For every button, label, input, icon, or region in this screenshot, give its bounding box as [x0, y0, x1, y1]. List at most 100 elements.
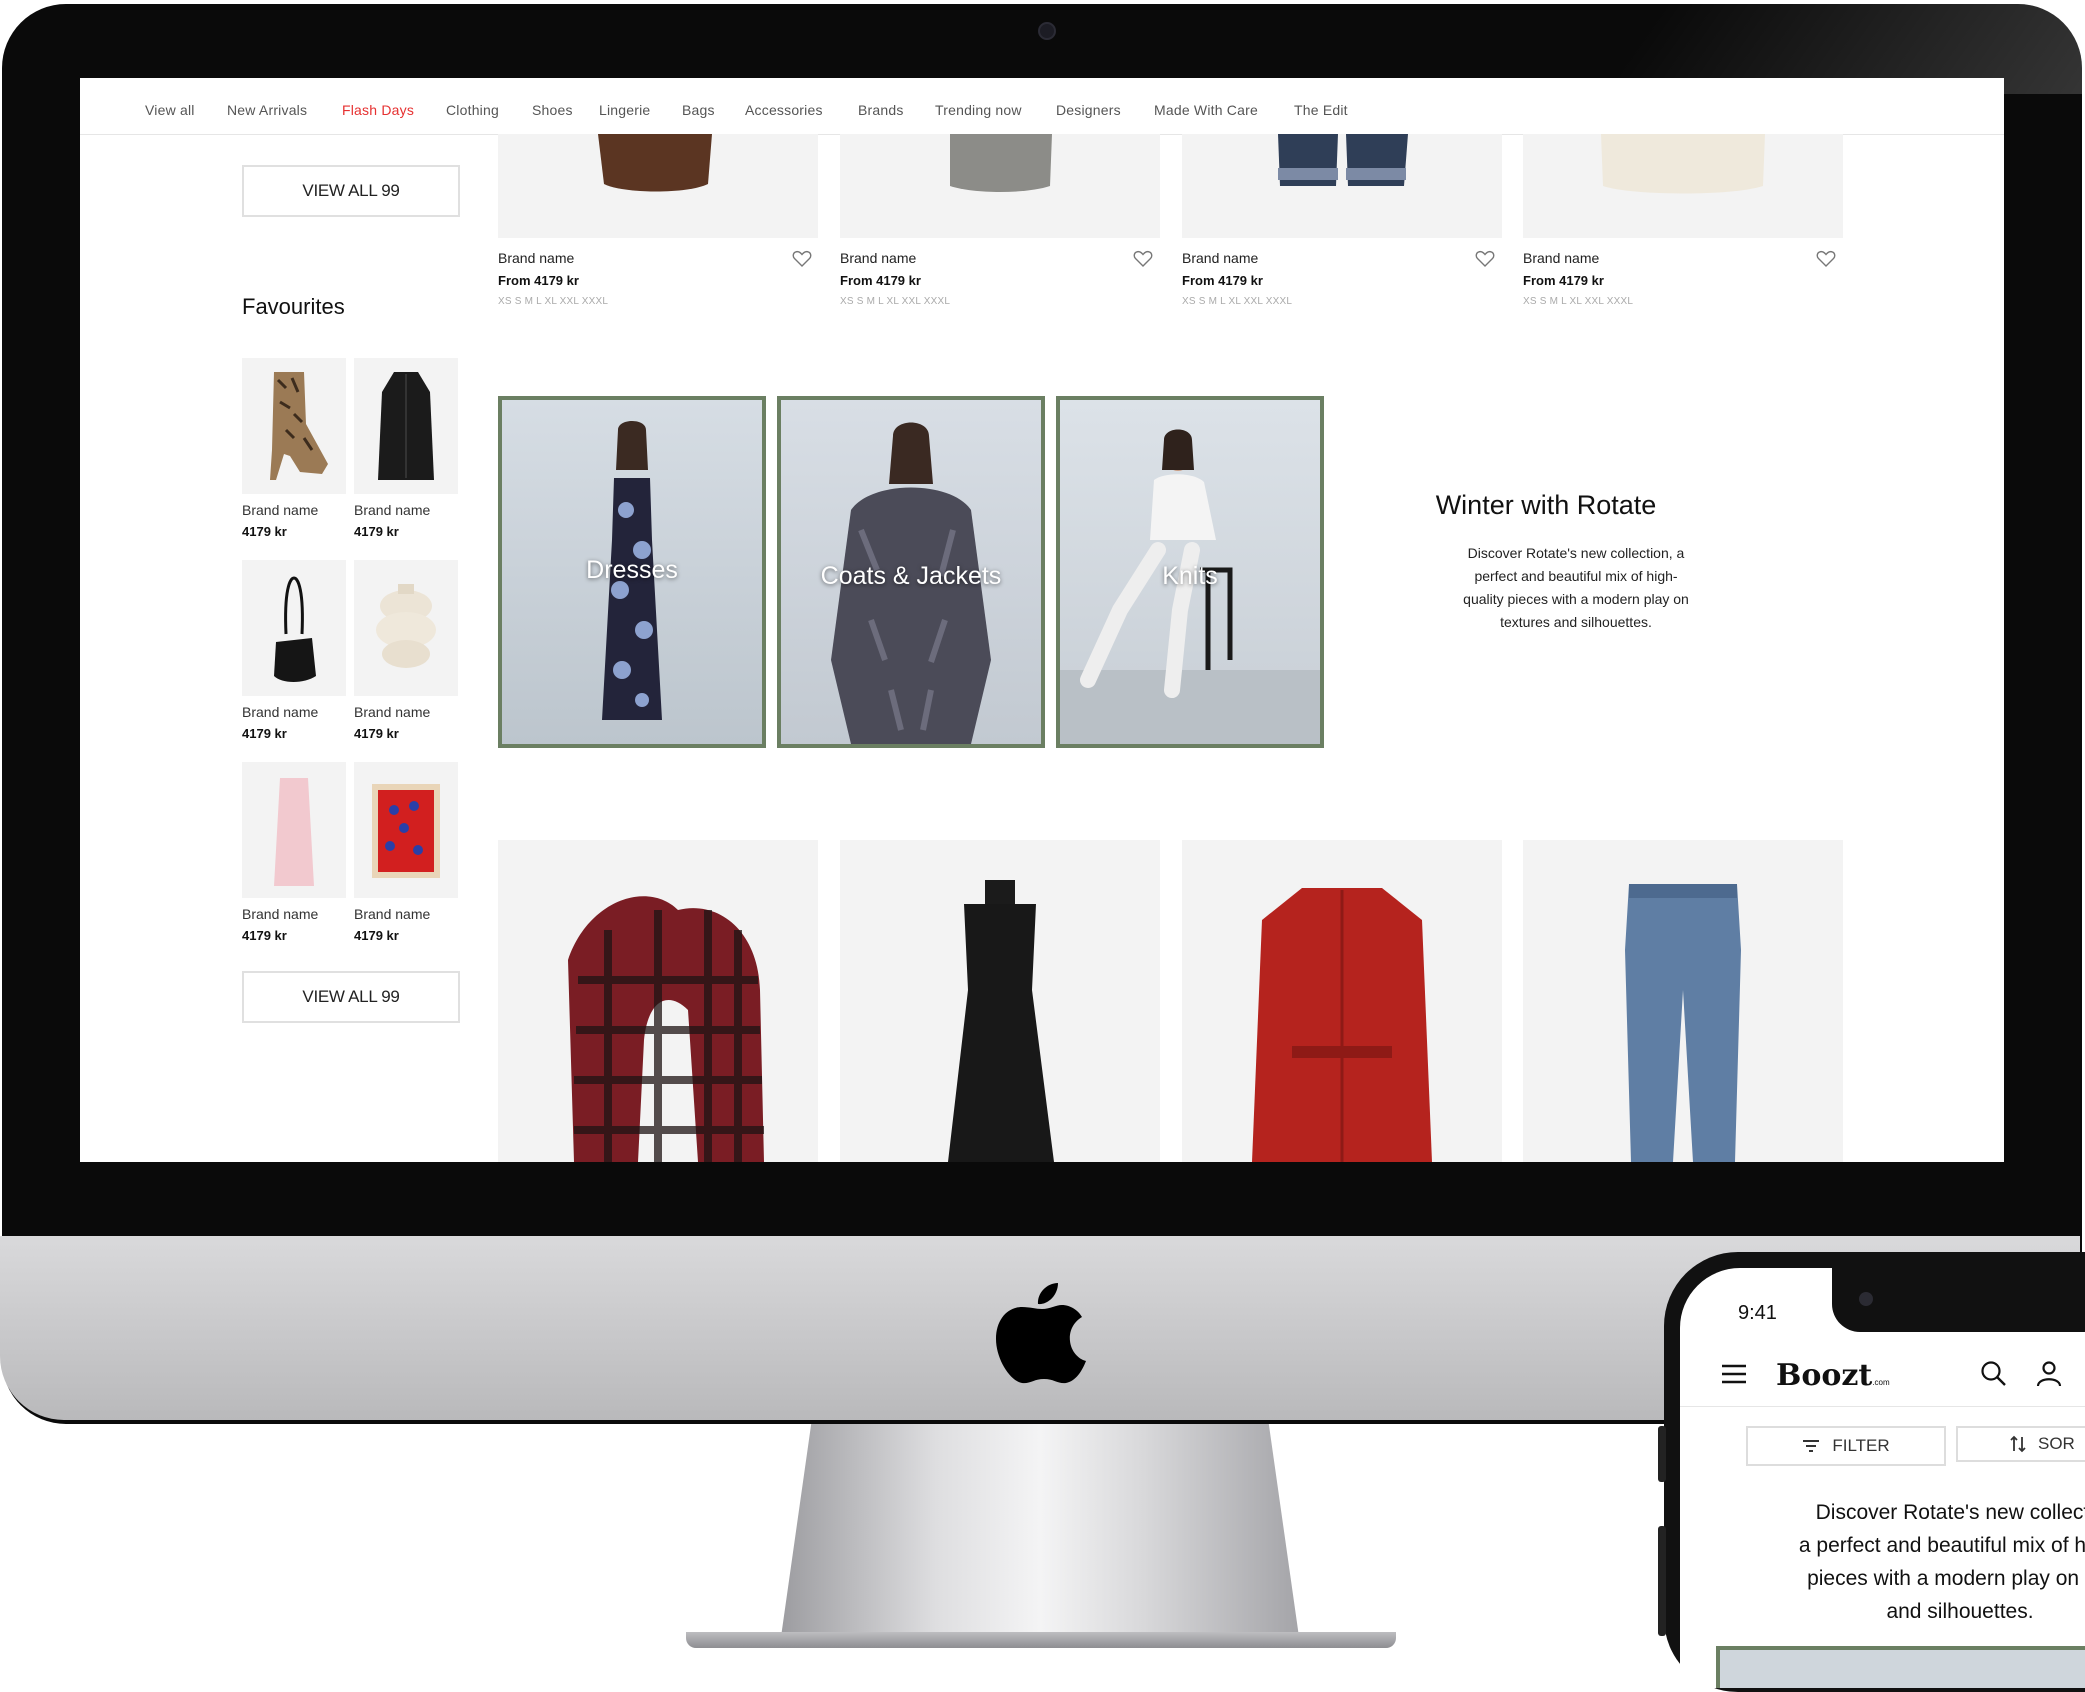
heart-icon[interactable]	[1816, 250, 1836, 268]
category-tile-dresses[interactable]: Dresses	[498, 396, 766, 748]
red-print-icon	[372, 784, 440, 878]
favourite-brand: Brand name	[242, 906, 319, 922]
favourite-thumb[interactable]	[242, 762, 346, 898]
favourites-title: Favourites	[242, 294, 345, 319]
mobile-promo-line: Discover Rotate's new collectic	[1815, 1501, 2085, 1524]
product-sizes: XS S M L XL XXL XXXL	[1523, 296, 1634, 307]
nav-item-lingerie[interactable]: Lingerie	[599, 102, 650, 118]
product-brand: Brand name	[840, 250, 917, 266]
product-image[interactable]	[1523, 840, 1843, 1162]
nav-item-brands[interactable]: Brands	[858, 102, 904, 118]
boozt-logo[interactable]: Boozt.com	[1776, 1358, 1890, 1393]
product-price: From 4179 kr	[1182, 273, 1263, 288]
heart-icon[interactable]	[792, 250, 812, 268]
phone-side-button	[1658, 1526, 1666, 1636]
favourite-thumb[interactable]	[354, 762, 458, 898]
favourite-price: 4179 kr	[242, 726, 287, 741]
product-brand: Brand name	[1523, 250, 1600, 266]
imac-stand-base	[686, 1632, 1396, 1648]
category-label: Coats & Jackets	[820, 562, 1002, 590]
favourite-price: 4179 kr	[242, 928, 287, 943]
favourite-thumb[interactable]	[242, 560, 346, 696]
search-icon[interactable]	[1980, 1360, 2008, 1388]
nav-item-shoes[interactable]: Shoes	[532, 102, 573, 118]
red-leather-coat-icon	[1252, 888, 1432, 1162]
sort-button[interactable]: SOR	[1956, 1426, 2085, 1462]
cream-top-icon	[1601, 134, 1765, 194]
black-handbag-icon	[274, 576, 316, 682]
nav-item-bags[interactable]: Bags	[682, 102, 715, 118]
cream-vase-icon	[376, 584, 436, 668]
view-all-button[interactable]: VIEW ALL 99	[242, 971, 460, 1023]
nav-item-the-edit[interactable]: The Edit	[1294, 102, 1348, 118]
filter-button[interactable]: FILTER	[1746, 1426, 1946, 1466]
product-brand: Brand name	[1182, 250, 1259, 266]
favourite-thumb[interactable]	[354, 358, 458, 494]
mobile-promo-line: and silhouettes.	[1886, 1600, 2034, 1623]
product-price: From 4179 kr	[840, 273, 921, 288]
product-price: From 4179 kr	[498, 273, 579, 288]
favourite-thumb[interactable]	[242, 358, 346, 494]
favourite-price: 4179 kr	[354, 726, 399, 741]
nav-item-view-all[interactable]: View all	[145, 102, 195, 118]
mobile-promo-text: Discover Rotate's new collectic a perfec…	[1740, 1496, 2085, 1628]
favourite-price: 4179 kr	[354, 928, 399, 943]
logo-wordmark: Boozt	[1776, 1358, 1873, 1393]
mobile-category-tile[interactable]	[1716, 1646, 2085, 1688]
heart-icon[interactable]	[1475, 250, 1495, 268]
product-image[interactable]	[1182, 840, 1502, 1162]
heart-icon[interactable]	[1133, 250, 1153, 268]
brown-coat-icon	[598, 134, 712, 192]
favourite-brand: Brand name	[354, 704, 431, 720]
product-brand: Brand name	[498, 250, 575, 266]
favourite-thumb[interactable]	[354, 560, 458, 696]
hamburger-menu-icon[interactable]	[1720, 1363, 1748, 1385]
nav-item-new-arrivals[interactable]: New Arrivals	[227, 102, 307, 118]
product-sizes: XS S M L XL XXL XXXL	[498, 296, 609, 307]
pink-skirt-icon	[274, 778, 314, 886]
nav-item-clothing[interactable]: Clothing	[446, 102, 499, 118]
product-image[interactable]	[840, 840, 1160, 1162]
product-price: From 4179 kr	[1523, 273, 1604, 288]
product-image[interactable]	[1523, 134, 1843, 238]
product-image[interactable]	[498, 134, 818, 238]
user-account-icon[interactable]	[2036, 1360, 2062, 1388]
nav-item-flash-days[interactable]: Flash Days	[342, 102, 414, 118]
nav-item-made-with-care[interactable]: Made With Care	[1154, 102, 1258, 118]
favourite-brand: Brand name	[354, 906, 431, 922]
desktop-screen: View all New Arrivals Flash Days Clothin…	[80, 78, 2004, 1162]
filter-icon	[1803, 1440, 1820, 1452]
view-all-button[interactable]: VIEW ALL 99	[242, 165, 460, 217]
denim-jeans-icon	[1278, 134, 1408, 186]
imac-stand	[780, 1424, 1300, 1644]
logo-suffix: .com	[1872, 1378, 1890, 1387]
category-nav: View all New Arrivals Flash Days Clothin…	[80, 78, 2004, 135]
nav-item-accessories[interactable]: Accessories	[745, 102, 823, 118]
camera-icon	[1038, 22, 1056, 40]
category-label: Dresses	[586, 556, 678, 584]
blue-jeans-icon	[1625, 884, 1741, 1162]
product-image[interactable]	[498, 840, 818, 1162]
front-camera-icon	[1859, 1292, 1873, 1306]
category-tile-knits[interactable]: Knits	[1056, 396, 1324, 748]
category-label: Knits	[1162, 562, 1218, 590]
favourite-price: 4179 kr	[354, 524, 399, 539]
sort-label: SOR	[2038, 1434, 2075, 1453]
favourite-brand: Brand name	[242, 704, 319, 720]
product-image[interactable]	[1182, 134, 1502, 238]
nav-item-designers[interactable]: Designers	[1056, 102, 1121, 118]
apple-logo-icon	[996, 1283, 1086, 1384]
product-image[interactable]	[840, 134, 1160, 238]
favourite-price: 4179 kr	[242, 524, 287, 539]
favourite-brand: Brand name	[354, 502, 431, 518]
nav-item-trending-now[interactable]: Trending now	[935, 102, 1022, 118]
plaid-scarf-icon	[568, 896, 764, 1162]
mobile-header-divider	[1680, 1406, 2085, 1407]
mobile-promo-line: pieces with a modern play on tex	[1807, 1567, 2085, 1590]
product-sizes: XS S M L XL XXL XXXL	[840, 296, 951, 307]
promo-title: Winter with Rotate	[1435, 490, 1657, 520]
sort-icon	[2010, 1435, 2026, 1453]
category-tile-coats-jackets[interactable]: Coats & Jackets	[777, 396, 1045, 748]
mobile-promo-line: a perfect and beautiful mix of high-	[1798, 1534, 2085, 1557]
snakeskin-boot-icon	[270, 372, 328, 480]
